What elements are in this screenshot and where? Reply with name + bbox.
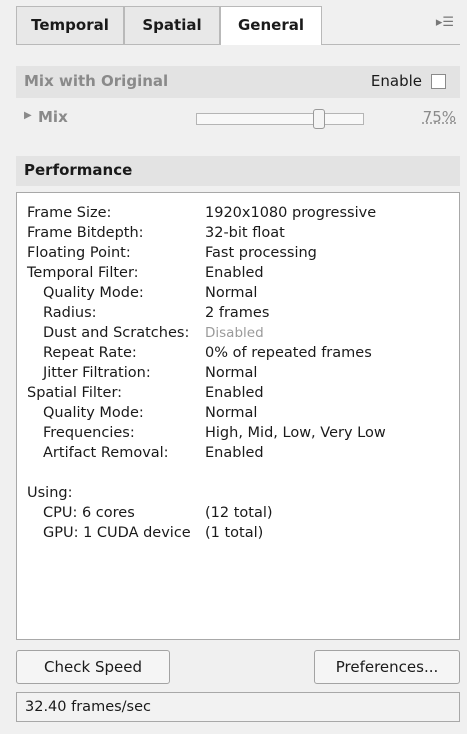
- expand-arrow-icon[interactable]: ▶: [24, 110, 32, 121]
- info-label: Floating Point:: [27, 245, 131, 261]
- tab-bar: Temporal Spatial General ▸☰: [16, 6, 460, 45]
- enable-label: Enable: [370, 72, 422, 90]
- info-value: Normal: [205, 365, 258, 381]
- mix-label: Mix: [38, 108, 68, 126]
- performance-info-panel: Frame Size: 1920x1080 progressive Frame …: [16, 192, 460, 640]
- panel-menu-icon[interactable]: ▸☰: [436, 15, 454, 30]
- info-label: Spatial Filter:: [27, 385, 123, 401]
- info-label: Quality Mode:: [43, 285, 144, 301]
- info-value: High, Mid, Low, Very Low: [205, 425, 386, 441]
- info-label: Frame Bitdepth:: [27, 225, 144, 241]
- info-value: Disabled: [205, 325, 264, 341]
- mix-slider-track[interactable]: [196, 113, 364, 125]
- info-value: 0% of repeated frames: [205, 345, 372, 361]
- info-label: Radius:: [43, 305, 97, 321]
- performance-header: Performance: [16, 156, 460, 186]
- mix-with-original-header: Mix with Original Enable: [16, 66, 460, 98]
- tab-temporal[interactable]: Temporal: [16, 6, 124, 44]
- tab-spatial[interactable]: Spatial: [124, 6, 220, 44]
- info-value: Fast processing: [205, 245, 317, 261]
- info-label: Frequencies:: [43, 425, 135, 441]
- status-bar: 32.40 frames/sec: [16, 692, 460, 722]
- mix-with-original-title: Mix with Original: [24, 72, 169, 90]
- using-label: CPU: 6 cores: [43, 505, 135, 521]
- info-label: Dust and Scratches:: [43, 325, 190, 341]
- using-label: Using:: [27, 485, 73, 501]
- info-value: 1920x1080 progressive: [205, 205, 377, 221]
- mix-row: ▶ Mix 75%: [16, 104, 460, 136]
- enable-checkbox[interactable]: [431, 74, 446, 89]
- info-value: Enabled: [205, 265, 264, 281]
- info-label: Repeat Rate:: [43, 345, 137, 361]
- mix-slider-thumb[interactable]: [313, 109, 325, 129]
- using-value: (1 total): [205, 525, 264, 541]
- info-value: 32-bit float: [205, 225, 285, 241]
- using-value: (12 total): [205, 505, 273, 521]
- info-label: Temporal Filter:: [27, 265, 139, 281]
- info-label: Quality Mode:: [43, 405, 144, 421]
- info-label: Jitter Filtration:: [43, 365, 151, 381]
- info-label: Artifact Removal:: [43, 445, 169, 461]
- tab-general[interactable]: General: [220, 6, 322, 45]
- info-value: Normal: [205, 285, 258, 301]
- performance-title: Performance: [24, 161, 133, 179]
- info-value: Enabled: [205, 385, 264, 401]
- info-value: Enabled: [205, 445, 264, 461]
- info-value: Normal: [205, 405, 258, 421]
- info-label: Frame Size:: [27, 205, 112, 221]
- info-value: 2 frames: [205, 305, 270, 321]
- using-label: GPU: 1 CUDA device: [43, 525, 191, 541]
- preferences-button[interactable]: Preferences...: [314, 650, 460, 684]
- check-speed-button[interactable]: Check Speed: [16, 650, 170, 684]
- mix-value[interactable]: 75%: [423, 108, 456, 126]
